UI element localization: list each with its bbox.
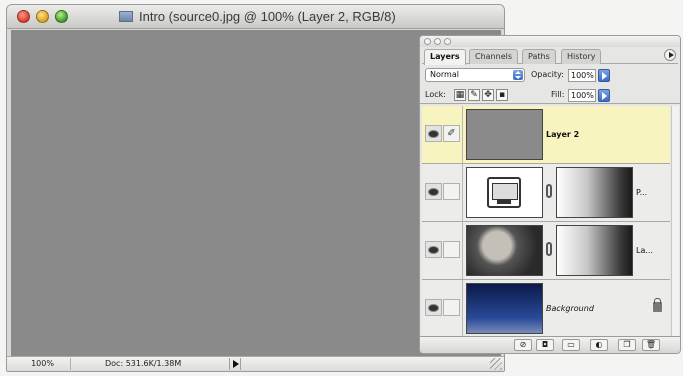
opacity-slider-button[interactable] [598,69,610,82]
mask-link-chain-icon[interactable] [546,184,552,198]
palette-titlebar[interactable] [420,36,680,47]
new-layer-icon[interactable]: ❐ [618,339,636,351]
visibility-eye-icon[interactable] [425,125,442,142]
document-size: Doc: 531.6K/1.38M [105,359,182,368]
adjustment-thumbnail[interactable] [466,167,543,218]
blend-opacity-row: Normal Opacity: 100% [420,66,680,86]
close-window-icon[interactable] [17,10,30,23]
new-group-icon[interactable]: ▭ [562,339,580,351]
layer-mask-thumbnail[interactable] [556,225,633,276]
divider [462,164,463,221]
layer-name[interactable]: Layer 2 [546,130,579,140]
background-lock-icon [653,298,662,312]
visibility-eye-icon[interactable] [425,183,442,200]
fill-slider-button[interactable] [598,89,610,102]
layer-row[interactable]: P... [422,164,670,222]
opacity-field[interactable]: 100% [568,69,596,82]
zoom-level[interactable]: 100% [15,358,71,370]
tab-history[interactable]: History [561,49,602,64]
blend-mode-stepper-icon [513,70,523,80]
status-menu-arrow-icon[interactable] [229,358,241,370]
delete-layer-icon[interactable]: 🗑 [642,339,660,351]
divider [462,280,463,337]
zoom-window-icon[interactable] [55,10,68,23]
layer-row[interactable]: Background [422,280,670,338]
link-slot-icon[interactable] [443,299,460,316]
lock-all-icon[interactable]: ▪ [496,89,508,101]
lock-fill-row: Lock: ▦ ✎ ✥ ▪ Fill: 100% [420,86,680,104]
fill-field[interactable]: 100% [568,89,596,102]
lock-image-pixels-icon[interactable]: ✎ [468,89,480,101]
lock-position-icon[interactable]: ✥ [482,89,494,101]
tab-channels[interactable]: Channels [469,49,519,64]
palette-close-icon[interactable] [424,38,431,45]
palette-bottom-bar: ⊘ ◘ ▭ ◐ ❐ 🗑 [420,336,680,353]
palette-zoom-icon[interactable] [444,38,451,45]
layers-scrollbar[interactable] [671,106,679,338]
visibility-eye-icon[interactable] [425,241,442,258]
layer-thumbnail[interactable] [466,109,543,160]
palette-menu-icon[interactable] [664,49,676,61]
tab-paths[interactable]: Paths [522,49,556,64]
divider [462,106,463,163]
paintbrush-icon[interactable]: ✐ [443,125,460,142]
palette-tabs: Layers Channels Paths History [422,47,678,65]
divider [462,222,463,279]
layer-thumbnail[interactable] [466,225,543,276]
lock-transparent-pixels-icon[interactable]: ▦ [454,89,466,101]
document-titlebar[interactable]: Intro (source0.jpg @ 100% (Layer 2, RGB/… [7,5,504,29]
link-slot-icon[interactable] [443,183,460,200]
layer-name[interactable]: La... [636,246,653,256]
document-proxy-icon [119,11,133,22]
layers-list: ✐ Layer 2 P... La... Background [422,106,670,338]
palette-minimize-icon[interactable] [434,38,441,45]
minimize-window-icon[interactable] [36,10,49,23]
resize-grip-icon[interactable] [490,358,502,370]
blend-mode-value: Normal [430,70,459,79]
add-layer-mask-icon[interactable]: ◘ [536,339,554,351]
new-adjustment-layer-icon[interactable]: ◐ [590,339,608,351]
blend-mode-select[interactable]: Normal [425,68,525,82]
document-title: Intro (source0.jpg @ 100% (Layer 2, RGB/… [139,9,396,24]
tab-layers[interactable]: Layers [424,49,466,65]
layers-palette: Layers Channels Paths History Normal Opa… [419,35,681,354]
status-bar: 100% Doc: 531.6K/1.38M [7,356,504,371]
layer-row[interactable]: ✐ Layer 2 [422,106,670,164]
mask-link-chain-icon[interactable] [546,242,552,256]
add-layer-style-icon[interactable]: ⊘ [514,339,532,351]
background-thumbnail[interactable] [466,283,543,334]
layer-row[interactable]: La... [422,222,670,280]
lock-label: Lock: [425,90,446,99]
layer-name[interactable]: P... [636,188,647,198]
layer-mask-thumbnail[interactable] [556,167,633,218]
adjustment-layer-icon [487,177,521,208]
link-slot-icon[interactable] [443,241,460,258]
layer-name[interactable]: Background [546,304,594,314]
opacity-label: Opacity: [531,70,564,79]
visibility-eye-icon[interactable] [425,299,442,316]
fill-label: Fill: [551,90,565,99]
